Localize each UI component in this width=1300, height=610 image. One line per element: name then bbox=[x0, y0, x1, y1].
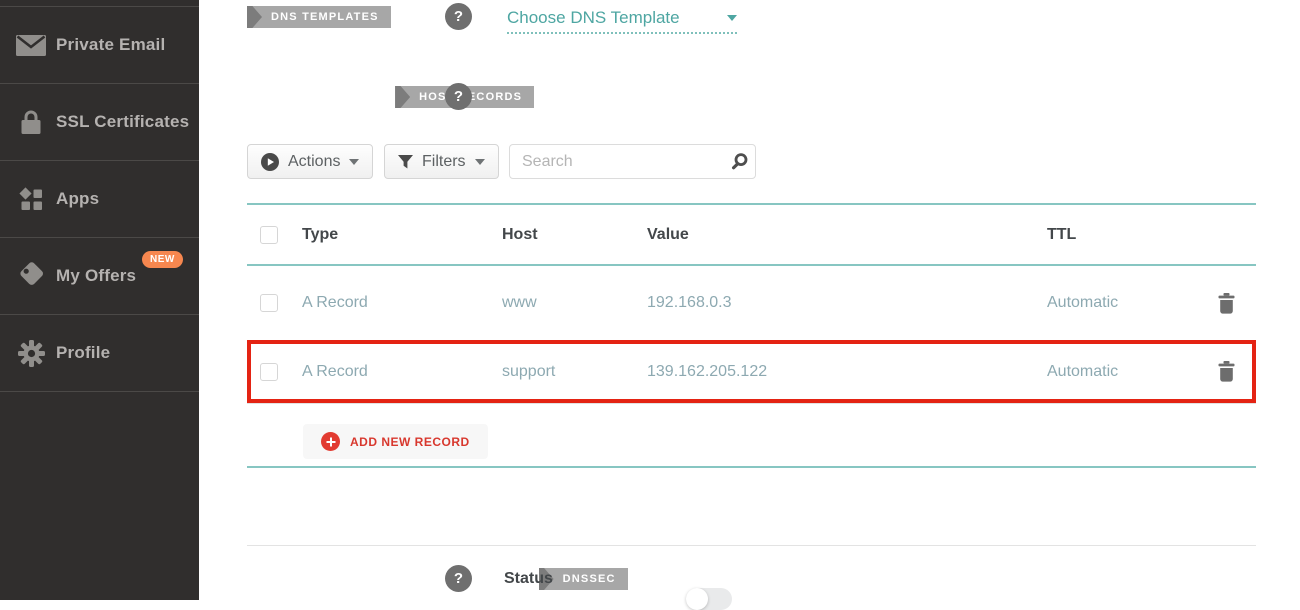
dns-template-dropdown-label: Choose DNS Template bbox=[507, 8, 680, 28]
section-divider bbox=[247, 545, 1256, 546]
add-new-record-button[interactable]: ADD NEW RECORD bbox=[303, 424, 488, 459]
chevron-down-icon bbox=[727, 15, 737, 21]
sidebar-item-label: SSL Certificates bbox=[56, 112, 189, 132]
chevron-down-icon bbox=[349, 159, 359, 165]
select-all-checkbox[interactable] bbox=[260, 226, 278, 244]
sidebar-item-ssl-certificates[interactable]: SSL Certificates bbox=[0, 84, 199, 161]
record-host[interactable]: www bbox=[502, 294, 647, 312]
sidebar-item-label: Private Email bbox=[56, 35, 165, 55]
filters-button-label: Filters bbox=[422, 153, 466, 171]
trash-icon[interactable] bbox=[1217, 361, 1236, 382]
lock-icon bbox=[14, 109, 48, 135]
actions-button-label: Actions bbox=[288, 153, 340, 171]
dns-template-dropdown[interactable]: Choose DNS Template bbox=[507, 4, 737, 34]
sidebar-item-label: Profile bbox=[56, 343, 110, 363]
gear-icon bbox=[14, 340, 48, 367]
plus-circle-icon bbox=[321, 432, 340, 451]
dnssec-toggle[interactable] bbox=[686, 588, 732, 610]
main-content: DNS TEMPLATES ? Choose DNS Template HOST… bbox=[199, 0, 1300, 600]
section-bottom-border bbox=[247, 466, 1256, 468]
record-type[interactable]: A Record bbox=[302, 294, 502, 312]
sidebar-item-my-offers[interactable]: My Offers NEW bbox=[0, 238, 199, 315]
record-host[interactable]: support bbox=[502, 363, 647, 381]
dnssec-status-label: Status bbox=[504, 570, 553, 588]
sidebar-divider bbox=[0, 0, 199, 7]
column-header-type: Type bbox=[302, 226, 502, 244]
record-ttl[interactable]: Automatic bbox=[1047, 294, 1217, 312]
search-input[interactable] bbox=[522, 153, 729, 171]
record-value[interactable]: 192.168.0.3 bbox=[647, 294, 1047, 312]
actions-button[interactable]: Actions bbox=[247, 144, 373, 179]
table-header-row: Type Host Value TTL bbox=[247, 205, 1256, 266]
help-icon[interactable]: ? bbox=[445, 83, 472, 110]
table-row[interactable]: A Record www 192.168.0.3 Automatic bbox=[247, 266, 1256, 340]
tag-icon bbox=[14, 262, 48, 290]
funnel-icon bbox=[398, 155, 413, 169]
sidebar-item-label: Apps bbox=[56, 189, 99, 209]
sidebar-item-apps[interactable]: Apps bbox=[0, 161, 199, 238]
search-box bbox=[509, 144, 756, 179]
sidebar-item-profile[interactable]: Profile bbox=[0, 315, 199, 392]
host-records-table: Type Host Value TTL A Record www 192.168… bbox=[247, 203, 1256, 404]
sidebar-item-private-email[interactable]: Private Email bbox=[0, 7, 199, 84]
trash-icon[interactable] bbox=[1217, 293, 1236, 314]
toggle-knob bbox=[686, 588, 708, 610]
column-header-host: Host bbox=[502, 226, 647, 244]
record-value[interactable]: 139.162.205.122 bbox=[647, 363, 1047, 381]
column-header-value: Value bbox=[647, 226, 1047, 244]
chevron-down-icon bbox=[475, 159, 485, 165]
filters-button[interactable]: Filters bbox=[384, 144, 499, 179]
row-checkbox[interactable] bbox=[260, 294, 278, 312]
record-ttl[interactable]: Automatic bbox=[1047, 363, 1217, 381]
search-icon[interactable] bbox=[729, 152, 749, 172]
add-new-record-label: ADD NEW RECORD bbox=[350, 435, 470, 449]
new-badge: NEW bbox=[142, 251, 183, 268]
row-checkbox[interactable] bbox=[260, 363, 278, 381]
record-type[interactable]: A Record bbox=[302, 363, 502, 381]
sidebar-item-label: My Offers bbox=[56, 266, 136, 286]
help-icon[interactable]: ? bbox=[445, 565, 472, 592]
dns-templates-section-label: DNS TEMPLATES bbox=[247, 6, 391, 28]
sidebar: Private Email SSL Certificates Apps My O… bbox=[0, 0, 199, 600]
play-circle-icon bbox=[261, 153, 279, 171]
apps-icon bbox=[14, 187, 48, 212]
mail-icon bbox=[14, 35, 48, 56]
help-icon[interactable]: ? bbox=[445, 3, 472, 30]
column-header-ttl: TTL bbox=[1047, 226, 1217, 244]
table-row-highlighted[interactable]: A Record support 139.162.205.122 Automat… bbox=[247, 340, 1256, 404]
